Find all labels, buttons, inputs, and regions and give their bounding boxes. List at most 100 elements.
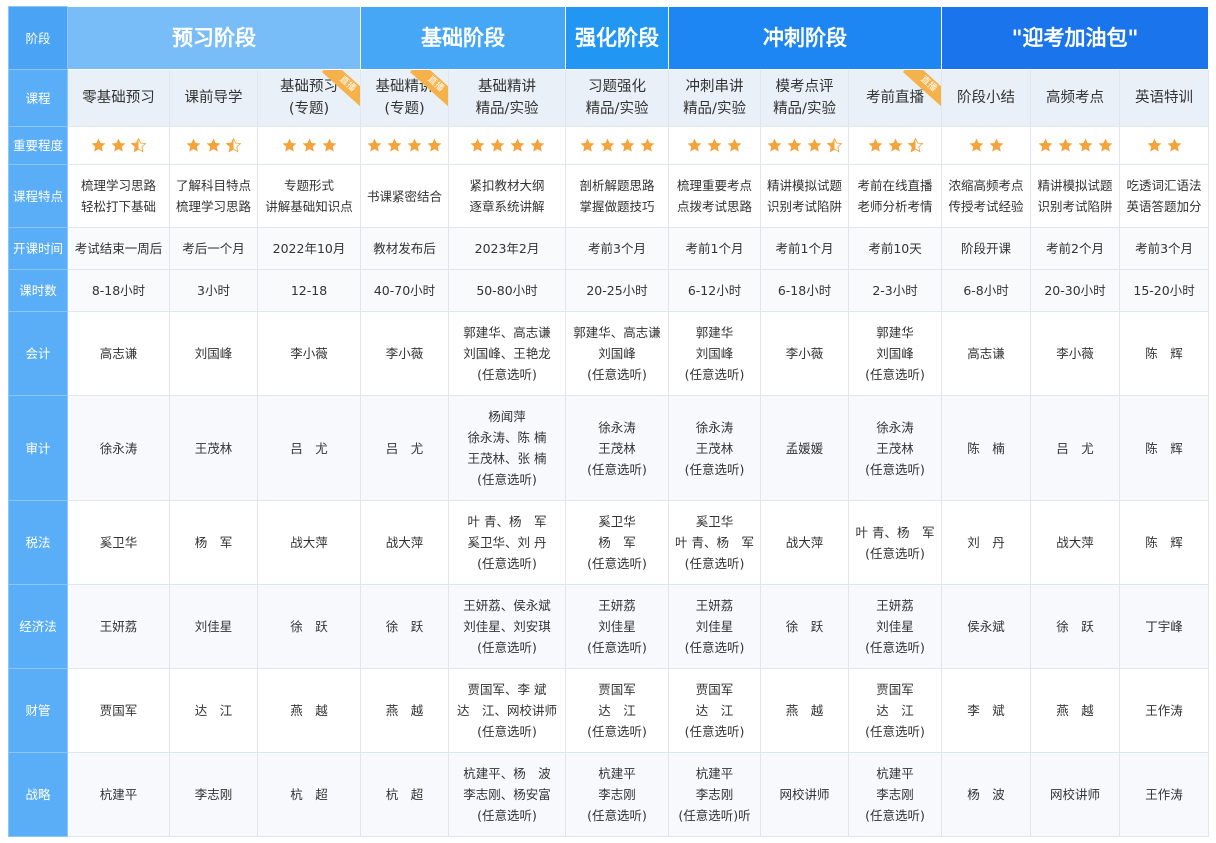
open-time: 2022年10月 (256, 227, 362, 270)
subject-row: 税法 奚卫华杨 军战大萍 战大萍叶 青、杨 军 奚卫华、刘 丹 (任意选听) 奚卫华 … (8, 500, 1210, 585)
teacher-cell: 杭 超 (256, 752, 362, 837)
teacher-cell: 徐永涛 (67, 395, 170, 501)
importance-rating (760, 126, 850, 165)
open-time: 阶段开课 (941, 227, 1032, 270)
open-time: 考前3个月 (565, 227, 670, 270)
half-star-icon (130, 137, 147, 153)
course-row: 课程 零基础预习 课前导学 基础预习 (专题) 直播 基础精讲 (专题) 直播 基础精讲 精… (8, 69, 1210, 127)
star-icon (490, 138, 504, 152)
half-star-icon (225, 137, 242, 153)
teacher-cell: 杭建平 李志刚 (任意选听) (565, 752, 670, 837)
course-hours: 2-3小时 (848, 269, 943, 312)
teacher-cell: 贾国军 达 江 (任意选听) (668, 668, 762, 753)
star-icon (580, 138, 594, 152)
star-icon (640, 138, 654, 152)
star-icon (206, 138, 221, 152)
course-name: 阶段小结 (957, 90, 1016, 106)
importance-rating (67, 126, 170, 165)
star-icon (387, 138, 402, 152)
star-icon (868, 138, 882, 152)
star-icon (707, 138, 722, 152)
course-name-cell: 零基础预习 (67, 69, 170, 127)
course-feature: 书课紧密结合 (360, 164, 450, 228)
star-icon (687, 138, 702, 152)
importance-rating (1030, 126, 1121, 165)
course-label: 课程 (8, 69, 68, 127)
teacher-cell: 奚卫华 叶 青、杨 军 (任意选听) (668, 500, 762, 585)
teacher-cell: 徐 跃 (1030, 584, 1121, 669)
hours-row: 课时数 8-18小时 3小时 12-18 40-70小时 50-80小时 20-25小时 6… (8, 269, 1210, 312)
star-icon (1098, 138, 1112, 152)
star-icon (510, 138, 524, 152)
star-icon (1038, 138, 1052, 152)
course-name: 基础预习 (专题) (280, 79, 338, 117)
teacher-cell: 贾国军、李 斌 达 江、网校讲师 (任意选听) (448, 668, 567, 753)
course-feature: 梳理重要考点 点拨考试思路 (668, 164, 762, 228)
stage-bonus-pack: "迎考加油包" (941, 6, 1210, 70)
teacher-cell: 刘佳星 (169, 584, 258, 669)
star-icon (969, 138, 983, 152)
teacher-cell: 战大萍 (256, 500, 362, 585)
star-icon (282, 138, 296, 152)
features-row: 课程特点 梳理学习思路 轻松打下基础 了解科目特点 梳理学习思路 专题形式 讲解基础… (8, 164, 1210, 228)
course-feature: 剖析解题思路 掌握做题技巧 (565, 164, 670, 228)
teacher-cell: 徐 跃 (360, 584, 450, 669)
teacher-cell: 李小薇 (256, 311, 362, 396)
teacher-cell: 燕 越 (256, 668, 362, 753)
importance-rating (360, 126, 450, 165)
teacher-cell: 王妍荔、侯永斌 刘佳星、刘安琪 (任意选听) (448, 584, 567, 669)
teacher-cell: 王妍荔 刘佳星 (任意选听) (848, 584, 943, 669)
teacher-cell: 奚卫华 (67, 500, 170, 585)
teacher-cell: 吕 尤 (1030, 395, 1121, 501)
teacher-cell: 叶 青、杨 军 奚卫华、刘 丹 (任意选听) (448, 500, 567, 585)
course-hours: 3小时 (169, 269, 258, 312)
teacher-cell: 奚卫华 杨 军 (任意选听) (565, 500, 670, 585)
course-name-cell: 课前导学 (169, 69, 258, 127)
subject-row: 审计 徐永涛 王茂林吕 尤吕 尤杨闻萍 徐永涛、陈 楠 王茂林、张 楠 (任意选听)… (8, 395, 1210, 501)
teacher-cell: 王妍荔 刘佳星 (任意选听) (565, 584, 670, 669)
course-hours: 6-12小时 (668, 269, 762, 312)
course-feature: 梳理学习思路 轻松打下基础 (67, 164, 170, 228)
open-time: 考前1个月 (760, 227, 850, 270)
open-time-label: 开课时间 (8, 227, 68, 270)
star-icon (111, 138, 126, 152)
course-name-cell: 模考点评 精品/实验 (760, 69, 850, 127)
course-feature: 紧扣教材大纲 逐章系统讲解 (448, 164, 567, 228)
star-icon (807, 138, 822, 152)
stage-basic: 基础阶段 (360, 6, 567, 70)
teacher-cell: 高志谦 (67, 311, 170, 396)
teacher-cell: 陈 辉 (1119, 395, 1210, 501)
teacher-cell: 高志谦 (941, 311, 1032, 396)
importance-rating (941, 126, 1032, 165)
star-icon (470, 138, 484, 152)
importance-row: 重要程度 (8, 126, 1210, 165)
course-feature: 浓缩高频考点 传授考试经验 (941, 164, 1032, 228)
course-name-cell: 基础精讲 (专题) 直播 (360, 69, 450, 127)
teacher-cell: 徐永涛 王茂林 (任意选听) (668, 395, 762, 501)
course-hours: 20-30小时 (1030, 269, 1121, 312)
course-name: 高频考点 (1046, 90, 1105, 106)
teacher-cell: 郭建华、高志谦 刘国峰 (任意选听) (565, 311, 670, 396)
course-feature: 精讲模拟试题 识别考试陷阱 (760, 164, 850, 228)
star-icon (989, 138, 1003, 152)
open-time: 2023年2月 (448, 227, 567, 270)
star-icon (787, 138, 802, 152)
course-name-cell: 考前直播 直播 (848, 69, 943, 127)
teacher-cell: 杭建平 李志刚 (任意选听) (848, 752, 943, 837)
course-name: 零基础预习 (82, 90, 155, 106)
subject-label: 税法 (8, 500, 68, 585)
hours-label: 课时数 (8, 269, 68, 312)
teacher-cell: 王作涛 (1119, 668, 1210, 753)
course-name: 模考点评 精品/实验 (773, 79, 836, 117)
subject-label: 战略 (8, 752, 68, 837)
course-feature: 精讲模拟试题 识别考试陷阱 (1030, 164, 1121, 228)
course-name-cell: 基础精讲 精品/实验 (448, 69, 567, 127)
teacher-cell: 郭建华 刘国峰 (任意选听) (668, 311, 762, 396)
importance-label: 重要程度 (8, 126, 68, 165)
half-star-icon (826, 137, 843, 153)
teacher-cell: 贾国军 达 江 (任意选听) (848, 668, 943, 753)
course-name-cell: 阶段小结 (941, 69, 1032, 127)
teacher-cell: 陈 楠 (941, 395, 1032, 501)
star-icon (1058, 138, 1072, 152)
teacher-cell: 杨 波 (941, 752, 1032, 837)
